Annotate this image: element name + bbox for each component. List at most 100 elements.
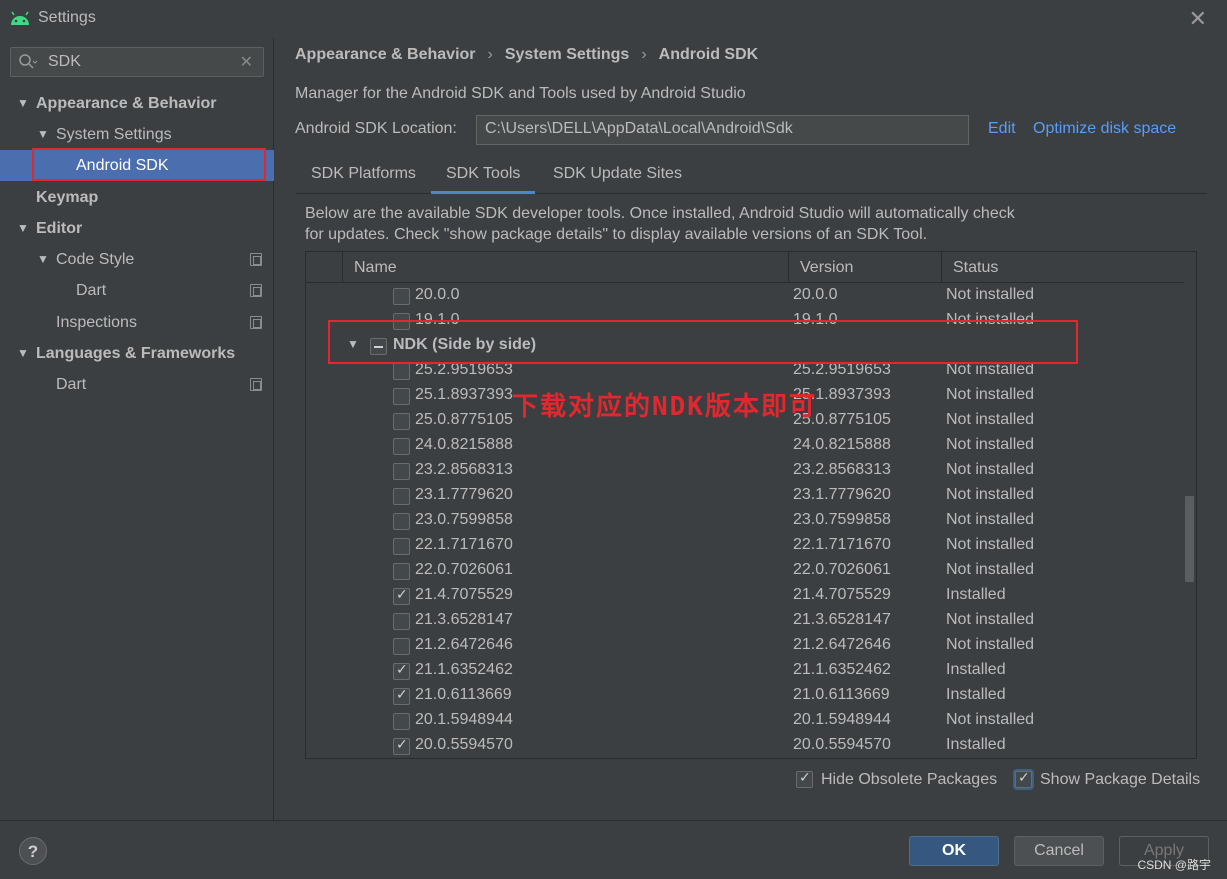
cell-name: 24.0.8215888 [415,436,513,453]
cell-version: 21.3.6528147 [793,611,891,628]
cell-version: 20.1.5948944 [793,711,891,728]
sidebar-item-code-style-dart[interactable]: Dart [0,275,274,306]
cell-version: 19.1.0 [793,311,838,328]
checkbox-checked-icon[interactable] [796,769,813,789]
table-row-group-ndk[interactable]: ▼ NDK (Side by side) [306,334,1184,359]
cell-name: 23.0.7599858 [415,511,513,528]
cell-name: 23.1.7779620 [415,486,513,503]
sidebar-item-label: Inspections [56,314,137,331]
watermark: CSDN @路宇 [1137,858,1211,872]
column-header-name[interactable]: Name [342,252,788,283]
expand-arrow-icon[interactable]: ▼ [17,88,29,119]
window-title: Settings [38,9,96,26]
checkbox-icon[interactable] [393,313,410,330]
table-row[interactable]: 23.2.8568313 23.2.8568313 Not installed [306,459,1184,484]
cell-version: 24.0.8215888 [793,436,891,453]
chevron-right-icon: › [487,46,493,63]
cell-version: 22.0.7026061 [793,561,891,578]
table-row[interactable]: 21.0.6113669 21.0.6113669 Installed [306,684,1184,709]
table-row[interactable]: 22.1.7171670 22.1.7171670 Not installed [306,534,1184,559]
sidebar-item-android-sdk[interactable]: Android SDK [0,150,274,181]
cell-version: 21.2.6472646 [793,636,891,653]
settings-sidebar: SDK ✕ ▼ Appearance & Behavior ▼ System S… [0,38,274,820]
sidebar-item-inspections[interactable]: Inspections [0,307,274,338]
cell-status: Not installed [946,411,1035,428]
help-button[interactable]: ? [19,837,47,865]
sidebar-item-system-settings[interactable]: ▼ System Settings [0,119,274,150]
checkbox-checked-icon[interactable] [393,686,410,705]
table-row[interactable]: 21.1.6352462 21.1.6352462 Installed [306,659,1184,684]
table-row[interactable]: 24.0.8215888 24.0.8215888 Not installed [306,434,1184,459]
sidebar-item-keymap[interactable]: Keymap [0,182,274,213]
scrollbar-thumb[interactable] [1185,496,1194,582]
tab-sdk-update-sites[interactable]: SDK Update Sites [538,156,697,194]
checkbox-icon[interactable] [393,463,410,480]
table-row[interactable]: 20.0.0 20.0.0 Not installed [306,284,1184,309]
table-row[interactable]: 22.0.7026061 22.0.7026061 Not installed [306,559,1184,584]
show-package-details-label: Show Package Details [1040,771,1201,788]
expand-arrow-icon[interactable]: ▼ [17,338,29,369]
column-header-status[interactable]: Status [941,252,1184,283]
checkbox-icon[interactable] [393,488,410,505]
table-row[interactable]: 21.4.7075529 21.4.7075529 Installed [306,584,1184,609]
sidebar-item-editor[interactable]: ▼ Editor [0,213,274,244]
table-row[interactable]: 23.1.7779620 23.1.7779620 Not installed [306,484,1184,509]
checkbox-icon[interactable] [393,638,410,655]
checkbox-icon[interactable] [393,713,410,730]
expand-arrow-icon[interactable]: ▼ [37,244,49,275]
checkbox-icon[interactable] [393,538,410,555]
sidebar-item-languages-frameworks[interactable]: ▼ Languages & Frameworks [0,338,274,369]
hide-obsolete-checkbox[interactable]: Hide Obsolete Packages [796,769,997,789]
checkbox-icon[interactable] [393,438,410,455]
checkbox-checked-icon[interactable] [1015,769,1032,789]
cell-status: Not installed [946,511,1035,528]
checkbox-icon[interactable] [393,288,410,305]
cell-name: NDK (Side by side) [393,336,537,353]
expand-arrow-icon[interactable]: ▼ [347,337,359,351]
search-input[interactable]: SDK ✕ [10,47,264,77]
cell-version: 22.1.7171670 [793,536,891,553]
annotation-text: 下载对应的NDK版本即可 [512,392,817,422]
close-icon[interactable]: ✕ [1189,6,1207,32]
optimize-disk-space-link[interactable]: Optimize disk space [1033,120,1176,138]
sidebar-item-appearance-behavior[interactable]: ▼ Appearance & Behavior [0,88,274,119]
sidebar-item-languages-dart[interactable]: Dart [0,369,274,400]
table-row[interactable]: 19.1.0 19.1.0 Not installed [306,309,1184,334]
expand-arrow-icon[interactable]: ▼ [37,119,49,150]
ok-button[interactable]: OK [909,836,999,866]
sidebar-item-code-style[interactable]: ▼ Code Style [0,244,274,275]
checkbox-icon[interactable] [393,363,410,380]
cancel-button[interactable]: Cancel [1014,836,1104,866]
sidebar-item-label: Code Style [56,251,135,268]
table-row[interactable]: 23.0.7599858 23.0.7599858 Not installed [306,509,1184,534]
cell-name: 21.1.6352462 [415,661,513,678]
table-row[interactable]: 21.2.6472646 21.2.6472646 Not installed [306,634,1184,659]
checkbox-icon[interactable] [393,563,410,580]
checkbox-icon[interactable] [393,388,410,405]
checkbox-icon[interactable] [393,613,410,630]
column-header-version[interactable]: Version [788,252,941,283]
table-row[interactable]: 20.1.5948944 20.1.5948944 Not installed [306,709,1184,734]
sidebar-item-label: Appearance & Behavior [36,95,217,112]
checkbox-checked-icon[interactable] [393,736,410,755]
project-scope-icon [250,284,262,297]
table-row[interactable]: 21.3.6528147 21.3.6528147 Not installed [306,609,1184,634]
checkbox-icon[interactable] [393,513,410,530]
sdk-tools-table: Name Version Status 20.0.0 20.0.0 Not inst… [305,251,1197,759]
tab-sdk-tools[interactable]: SDK Tools [431,156,536,194]
android-icon [11,11,29,25]
checkbox-partial-icon[interactable] [370,338,387,355]
checkbox-checked-icon[interactable] [393,586,410,605]
sdk-location-field[interactable]: C:\Users\DELL\AppData\Local\Android\Sdk [476,115,969,145]
checkbox-icon[interactable] [393,413,410,430]
clear-search-icon[interactable]: ✕ [240,52,253,72]
tools-note: Below are the available SDK developer to… [305,203,1065,245]
edit-link[interactable]: Edit [988,120,1016,138]
tab-sdk-platforms[interactable]: SDK Platforms [296,156,431,194]
cell-status: Not installed [946,536,1035,553]
show-package-details-checkbox[interactable]: Show Package Details [1015,769,1201,789]
expand-arrow-icon[interactable]: ▼ [17,213,29,244]
table-row[interactable]: 20.0.5594570 20.0.5594570 Installed [306,734,1184,758]
table-row[interactable]: 25.2.9519653 25.2.9519653 Not installed [306,359,1184,384]
checkbox-checked-icon[interactable] [393,661,410,680]
